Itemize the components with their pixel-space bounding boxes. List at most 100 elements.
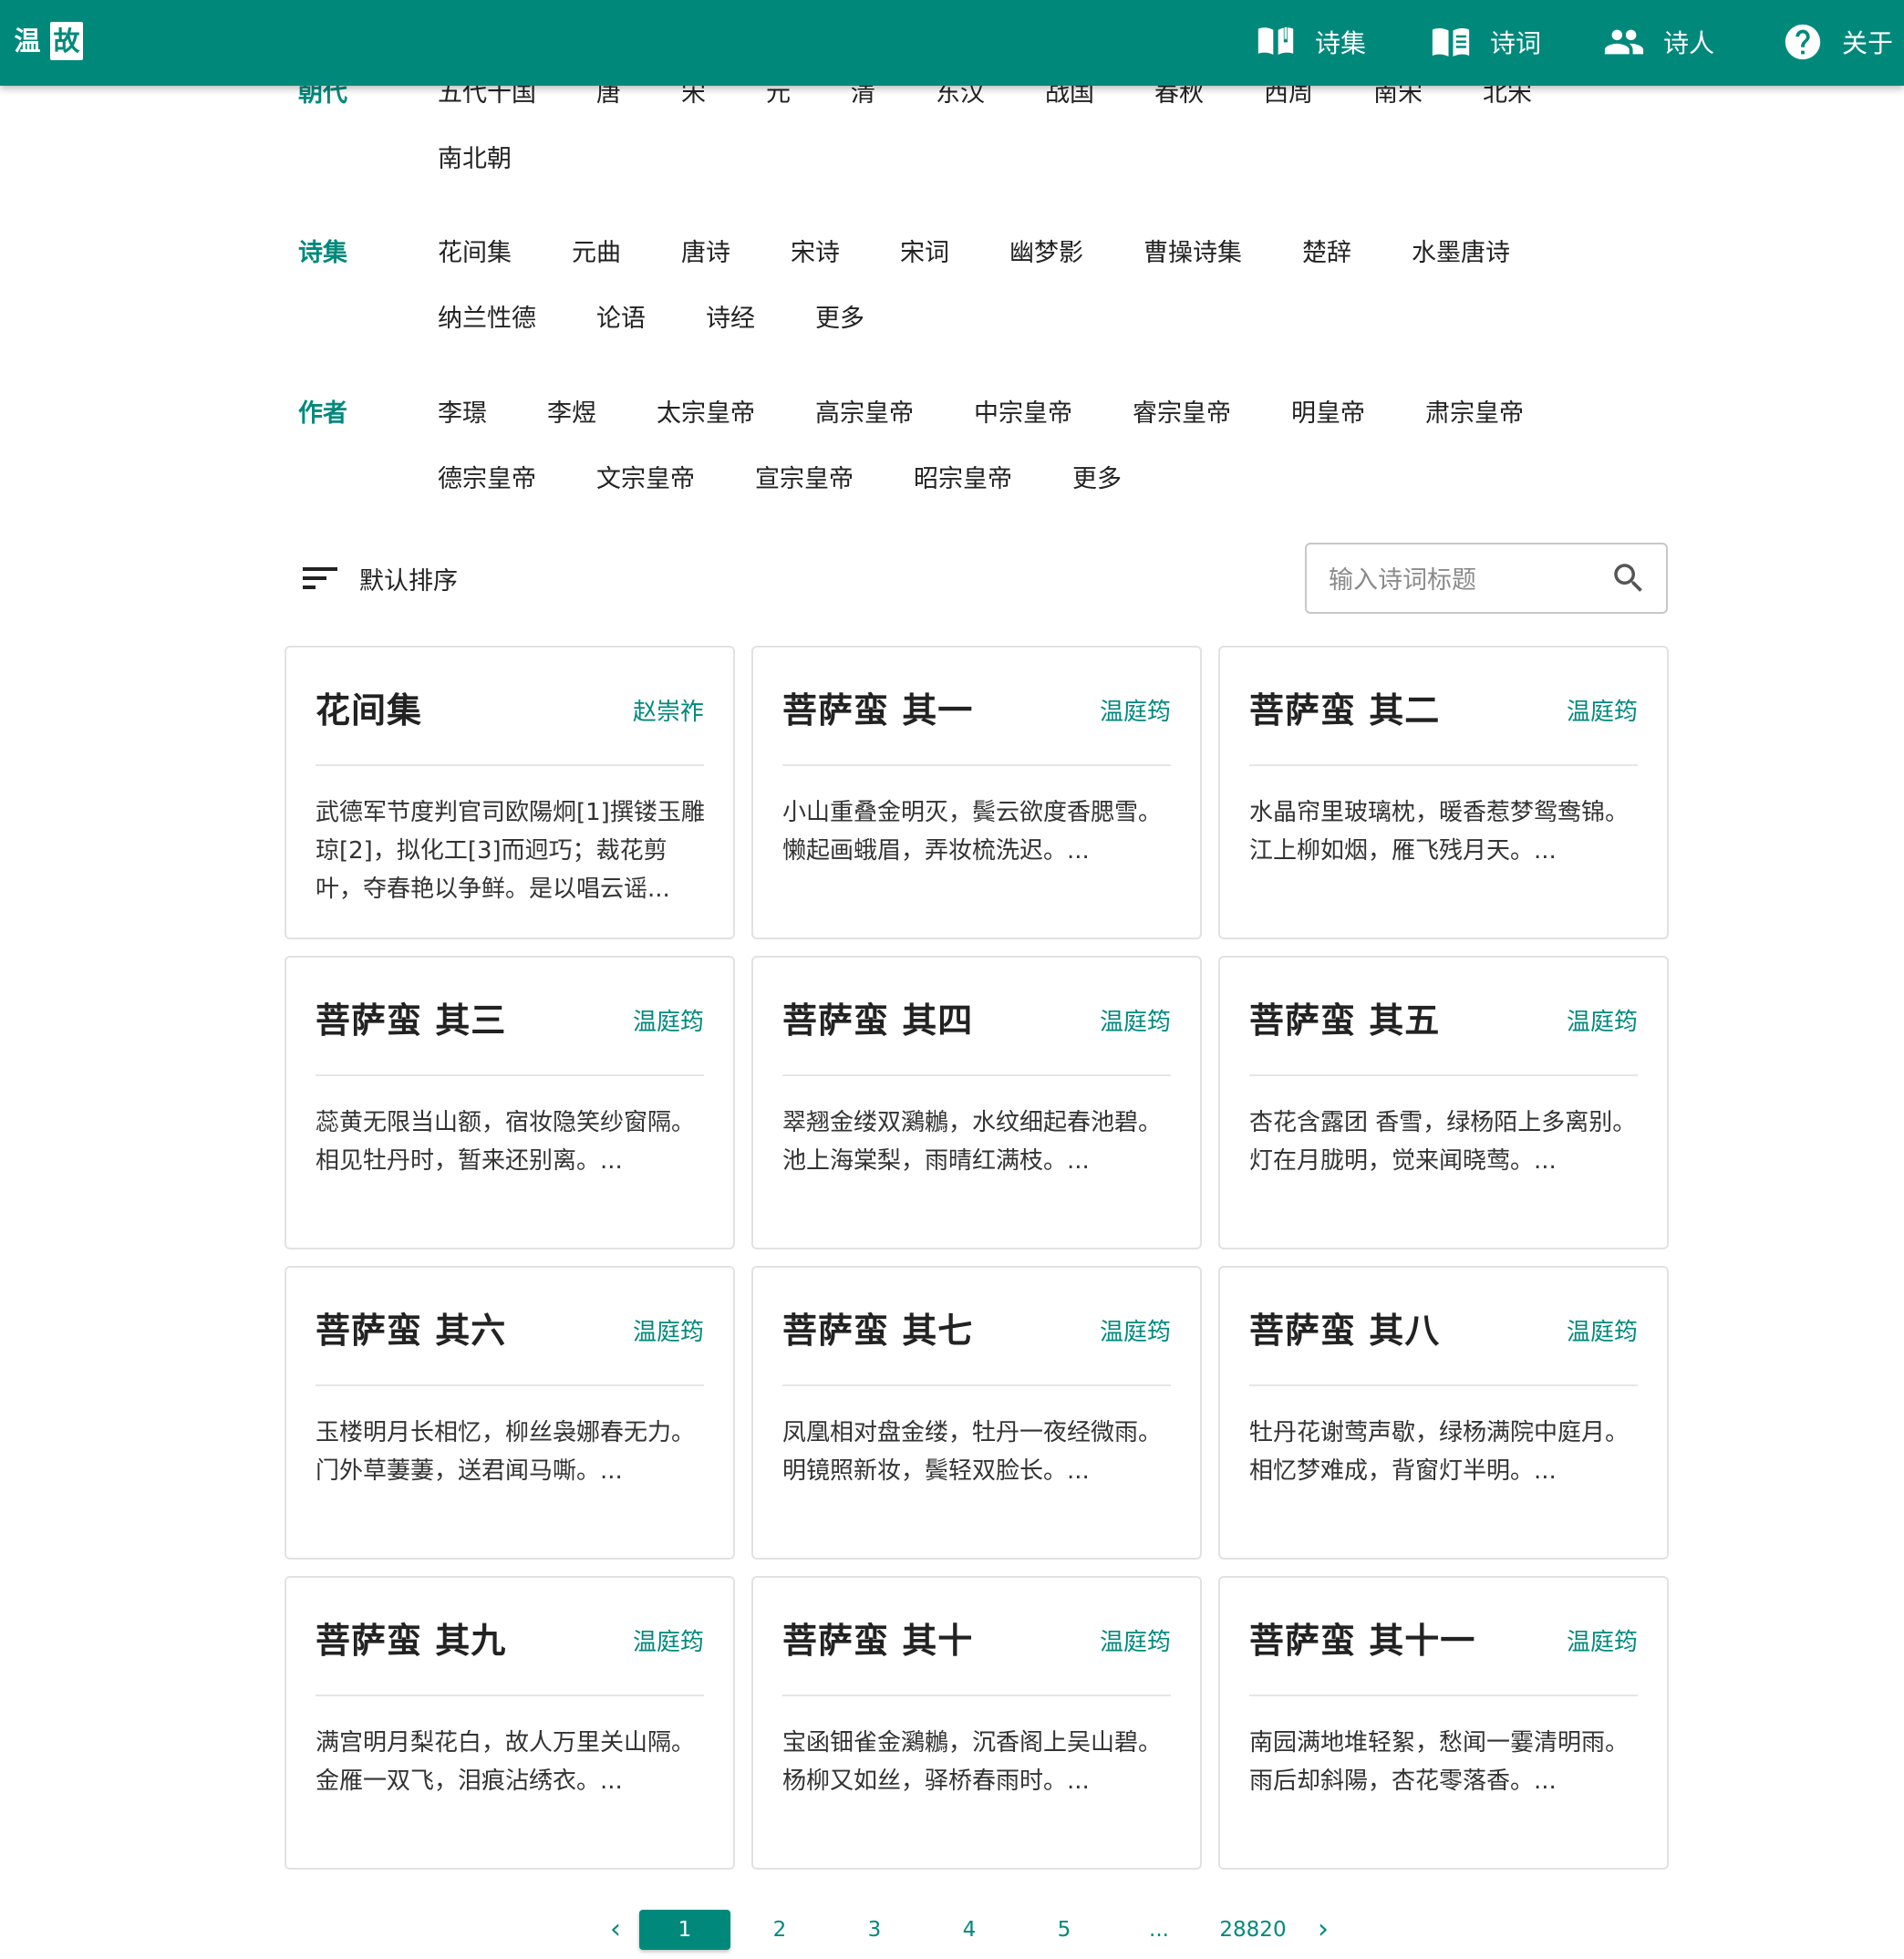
search-input[interactable] xyxy=(1327,557,1604,603)
filter-option-author[interactable]: 文宗皇帝 xyxy=(596,461,695,498)
poem-title: 花间集 xyxy=(316,690,423,731)
poem-author-link[interactable]: 温庭筠 xyxy=(633,1623,704,1657)
poem-excerpt: 凤凰相对盘金缕，牡丹一夜经微雨。 明镜照新妆，鬓轻双脸长。... xyxy=(782,1419,1163,1485)
poem-card[interactable]: 菩萨蛮 其一 温庭筠 小山重叠金明灭，鬓云欲度香腮雪。 懒起画蛾眉，弄妆梳洗迟。… xyxy=(751,646,1202,939)
filter-label-author: 作者 xyxy=(298,399,347,428)
filter-option-author[interactable]: 睿宗皇帝 xyxy=(1133,396,1231,432)
filter-more-author[interactable]: 更多 xyxy=(1072,461,1122,498)
filter-option-author[interactable]: 宣宗皇帝 xyxy=(755,461,854,498)
poem-card[interactable]: 菩萨蛮 其四 温庭筠 翠翘金缕双鸂鶒，水纹细起春池碧。 池上海棠梨，雨晴红满枝。… xyxy=(751,956,1202,1249)
poem-title: 菩萨蛮 其三 xyxy=(316,1000,507,1041)
poem-title: 菩萨蛮 其五 xyxy=(1249,1000,1441,1041)
card-divider xyxy=(316,1695,704,1696)
poem-excerpt: 南园满地堆轻絮，愁闻一霎清明雨。 雨后却斜陽，杏花零落香。... xyxy=(1249,1729,1630,1795)
help-circle-icon xyxy=(1785,24,1821,60)
card-divider xyxy=(782,1695,1171,1696)
poem-title: 菩萨蛮 其六 xyxy=(316,1311,507,1351)
poem-card[interactable]: 菩萨蛮 其十 温庭筠 宝函钿雀金鸂鶒，沉香阁上吴山碧。 杨柳又如丝，驿桥春雨时。… xyxy=(751,1576,1202,1870)
poem-card[interactable]: 菩萨蛮 其二 温庭筠 水晶帘里玻璃枕，暖香惹梦鸳鸯锦。 江上柳如烟，雁飞残月天。… xyxy=(1218,646,1669,939)
nav-about[interactable]: 关于 xyxy=(1782,13,1893,71)
filter-more-collection[interactable]: 更多 xyxy=(815,301,864,337)
filter-option-collection[interactable]: 唐诗 xyxy=(681,235,730,272)
page-button[interactable]: 3 xyxy=(852,1910,897,1950)
search-icon[interactable] xyxy=(1609,559,1648,597)
filter-option-collection[interactable]: 水墨唐诗 xyxy=(1412,235,1510,272)
poem-card[interactable]: 菩萨蛮 其九 温庭筠 满宫明月梨花白，故人万里关山隔。 金雁一双飞，泪痕沾绣衣。… xyxy=(285,1576,735,1870)
filter-option-author[interactable]: 昭宗皇帝 xyxy=(914,461,1012,498)
filter-option-author[interactable]: 明皇帝 xyxy=(1291,396,1365,432)
filter-option-collection[interactable]: 宋词 xyxy=(900,235,949,272)
book-page-icon xyxy=(1432,27,1470,57)
nav-ci[interactable]: 诗词 xyxy=(1430,13,1541,71)
poem-excerpt: 玉楼明月长相忆，柳丝袅娜春无力。 门外草萋萋，送君闻马嘶。... xyxy=(316,1419,696,1485)
poem-excerpt: 牡丹花谢莺声歇，绿杨满院中庭月。 相忆梦难成，背窗灯半明。... xyxy=(1249,1419,1630,1485)
nav-ci-label: 诗词 xyxy=(1490,28,1542,58)
poem-card[interactable]: 菩萨蛮 其十一 温庭筠 南园满地堆轻絮，愁闻一霎清明雨。 雨后却斜陽，杏花零落香… xyxy=(1218,1576,1669,1870)
poem-card[interactable]: 菩萨蛮 其七 温庭筠 凤凰相对盘金缕，牡丹一夜经微雨。 明镜照新妆，鬓轻双脸长。… xyxy=(751,1266,1202,1560)
filter-option-author[interactable]: 肃宗皇帝 xyxy=(1425,396,1524,432)
filter-option-dynasty[interactable]: 南北朝 xyxy=(438,141,512,178)
page-ellipsis: ... xyxy=(1149,1918,1169,1942)
poem-title: 菩萨蛮 其一 xyxy=(782,690,974,731)
poem-title: 菩萨蛮 其二 xyxy=(1249,690,1441,731)
filter-option-collection[interactable]: 宋诗 xyxy=(791,235,840,272)
poem-author-link[interactable]: 温庭筠 xyxy=(1567,1623,1638,1657)
filter-options-collection: 花间集 元曲 唐诗 宋诗 宋词 幽梦影 曹操诗集 楚辞 水墨唐诗 纳兰性德 论语… xyxy=(438,235,1596,337)
logo-char-wen[interactable]: 温 xyxy=(13,22,42,60)
poem-author-link[interactable]: 温庭筠 xyxy=(1100,1623,1171,1657)
filter-option-author[interactable]: 德宗皇帝 xyxy=(438,461,536,498)
poem-card[interactable]: 菩萨蛮 其三 温庭筠 蕊黄无限当山额，宿妆隐笑纱窗隔。 相见牡丹时，暂来还别离。… xyxy=(285,956,735,1249)
poem-author-link[interactable]: 温庭筠 xyxy=(1100,1003,1171,1037)
page-button[interactable]: 2 xyxy=(757,1910,802,1950)
filter-option-author[interactable]: 李璟 xyxy=(438,396,487,432)
app-bar: 温 故 诗集 诗词 诗人 关于 xyxy=(0,0,1904,86)
poem-card[interactable]: 菩萨蛮 其八 温庭筠 牡丹花谢莺声歇，绿杨满院中庭月。 相忆梦难成，背窗灯半明。… xyxy=(1218,1266,1669,1560)
filter-option-collection[interactable]: 纳兰性德 xyxy=(438,301,536,337)
filter-option-author[interactable]: 太宗皇帝 xyxy=(657,396,755,432)
poem-author-link[interactable]: 温庭筠 xyxy=(633,1313,704,1347)
poem-author-link[interactable]: 赵崇祚 xyxy=(633,693,704,727)
poem-author-link[interactable]: 温庭筠 xyxy=(1567,1003,1638,1037)
filter-option-collection[interactable]: 楚辞 xyxy=(1302,235,1351,272)
filter-option-collection[interactable]: 诗经 xyxy=(706,301,755,337)
poem-author-link[interactable]: 温庭筠 xyxy=(633,1003,704,1037)
poem-author-link[interactable]: 温庭筠 xyxy=(1567,1313,1638,1347)
prev-page-button[interactable]: ‹ xyxy=(602,1910,629,1950)
page-button[interactable]: 5 xyxy=(1041,1910,1087,1950)
logo-char-gu[interactable]: 故 xyxy=(50,22,83,60)
sort-button[interactable]: 默认排序 xyxy=(301,558,458,598)
filter-option-author[interactable]: 中宗皇帝 xyxy=(974,396,1072,432)
filter-label-collection: 诗集 xyxy=(298,239,347,267)
page-button-last[interactable]: 28820 xyxy=(1216,1910,1289,1950)
nav-poets[interactable]: 诗人 xyxy=(1603,13,1714,71)
open-book-icon xyxy=(1257,26,1294,55)
search-box xyxy=(1305,543,1668,614)
filter-option-author[interactable]: 李煜 xyxy=(547,396,596,432)
next-page-button[interactable]: › xyxy=(1309,1910,1337,1950)
poem-title: 菩萨蛮 其八 xyxy=(1249,1311,1441,1351)
poem-card-grid: 花间集 赵崇祚 武德军节度判官司欧陽炯[1]撰镂玉雕琼[2]，拟化工[3]而迥巧… xyxy=(285,646,1671,1870)
card-divider xyxy=(316,1384,704,1386)
filter-option-author[interactable]: 高宗皇帝 xyxy=(815,396,914,432)
card-divider xyxy=(1249,1074,1638,1076)
sort-label: 默认排序 xyxy=(359,566,458,596)
card-divider xyxy=(782,1074,1171,1076)
filter-option-collection[interactable]: 幽梦影 xyxy=(1009,235,1083,272)
nav-collections-label: 诗集 xyxy=(1315,28,1367,58)
poem-card[interactable]: 花间集 赵崇祚 武德军节度判官司欧陽炯[1]撰镂玉雕琼[2]，拟化工[3]而迥巧… xyxy=(285,646,735,939)
poem-card[interactable]: 菩萨蛮 其五 温庭筠 杏花含露团 香雪，绿杨陌上多离别。 灯在月胧明，觉来闻晓莺… xyxy=(1218,956,1669,1249)
filter-option-collection[interactable]: 元曲 xyxy=(572,235,621,272)
page-button-current[interactable]: 1 xyxy=(639,1910,730,1950)
filter-option-collection[interactable]: 曹操诗集 xyxy=(1143,235,1242,272)
nav-collections[interactable]: 诗集 xyxy=(1255,13,1366,71)
poem-author-link[interactable]: 温庭筠 xyxy=(1567,693,1638,727)
poem-title: 菩萨蛮 其十一 xyxy=(1249,1621,1476,1661)
poem-card[interactable]: 菩萨蛮 其六 温庭筠 玉楼明月长相忆，柳丝袅娜春无力。 门外草萋萋，送君闻马嘶。… xyxy=(285,1266,735,1560)
filter-option-collection[interactable]: 花间集 xyxy=(438,235,512,272)
poem-author-link[interactable]: 温庭筠 xyxy=(1100,693,1171,727)
card-divider xyxy=(316,1074,704,1076)
poem-author-link[interactable]: 温庭筠 xyxy=(1100,1313,1171,1347)
filter-option-collection[interactable]: 论语 xyxy=(596,301,646,337)
page-button[interactable]: 4 xyxy=(947,1910,992,1950)
poem-title: 菩萨蛮 其七 xyxy=(782,1311,974,1351)
